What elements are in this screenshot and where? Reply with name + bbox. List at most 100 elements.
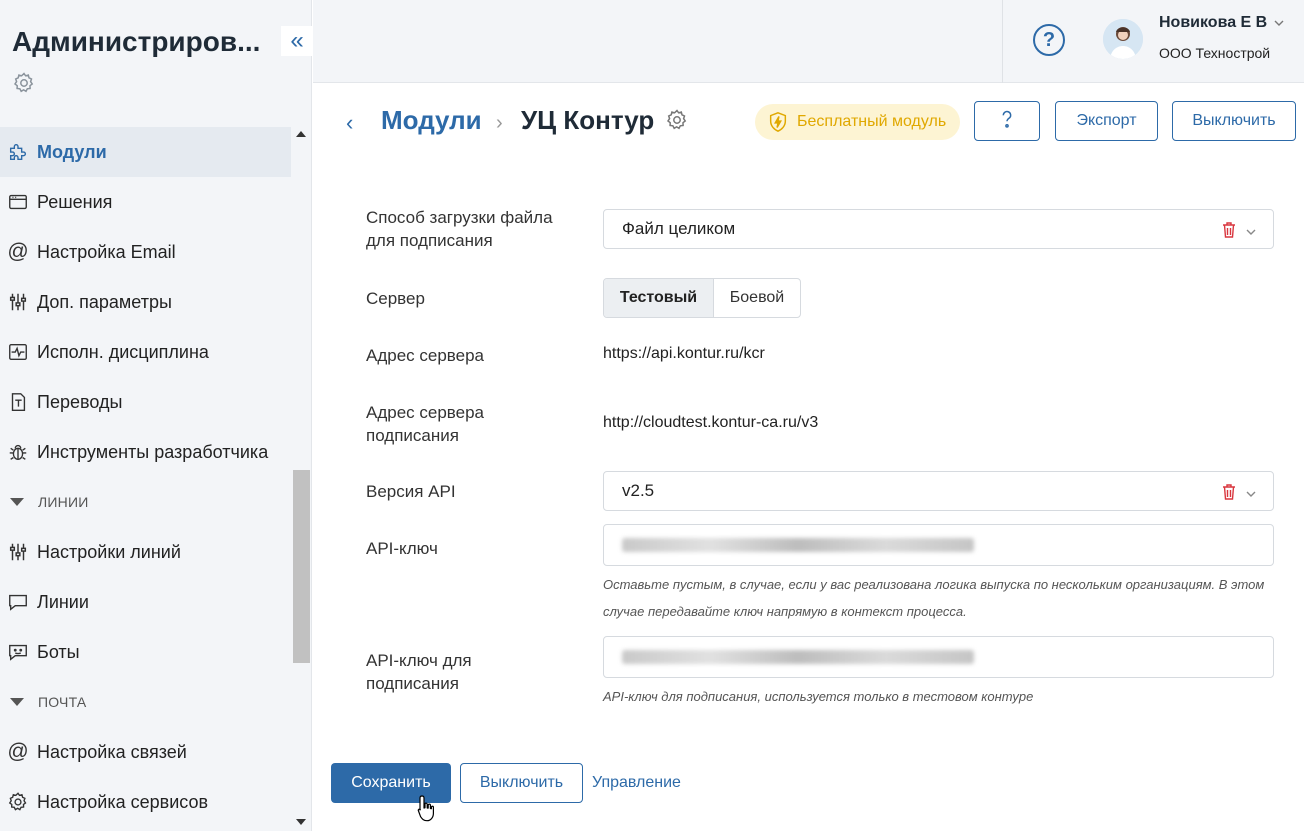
trash-icon[interactable] xyxy=(1221,483,1237,501)
api-key-input[interactable] xyxy=(603,524,1274,566)
question-icon: ? xyxy=(1042,28,1056,51)
sidebar-menu: Модули Решения @ Настройка Email Доп. па… xyxy=(0,127,291,827)
signing-api-key-input[interactable] xyxy=(603,636,1274,678)
select-value: v2.5 xyxy=(622,481,655,500)
masked-key-value xyxy=(622,650,974,664)
caret-down-icon xyxy=(10,698,24,706)
export-button[interactable]: Экспорт xyxy=(1055,101,1158,141)
sidebar-item-label: Модули xyxy=(37,141,107,162)
signing-api-key-label: API-ключ для подписания xyxy=(366,651,472,693)
sidebar-item-translations[interactable]: Переводы xyxy=(0,377,291,427)
top-header: ? Новикова Е В ООО Технострой xyxy=(313,0,1304,83)
app-root: Администриров... « Модули Решения @ Наст… xyxy=(0,0,1304,831)
pulse-icon xyxy=(6,340,30,364)
chat-icon xyxy=(6,590,30,614)
collapse-sidebar-button[interactable]: « xyxy=(281,26,313,56)
back-button[interactable]: ‹ xyxy=(346,110,364,135)
sidebar-item-solutions[interactable]: Решения xyxy=(0,177,291,227)
sidebar-item-label: Настройки линий xyxy=(37,541,181,562)
sidebar-section-lines[interactable]: ЛИНИИ xyxy=(0,477,291,527)
scrollbar-thumb[interactable] xyxy=(293,470,310,663)
sidebar: Администриров... « Модули Решения @ Наст… xyxy=(0,0,313,831)
api-key-hint: Оставьте пустым, в случае, если у вас ре… xyxy=(603,577,1265,619)
double-chevron-left-icon: « xyxy=(290,27,304,54)
help-button[interactable]: ? xyxy=(1033,24,1065,56)
bug-icon xyxy=(6,440,30,464)
breadcrumb-modules[interactable]: Модули xyxy=(381,105,482,136)
question-icon xyxy=(996,108,1018,135)
sidebar-item-modules[interactable]: Модули xyxy=(0,127,291,177)
sidebar-item-label: Настройка сервисов xyxy=(37,791,209,812)
user-organization: ООО Технострой xyxy=(1159,45,1271,61)
badge-label: Бесплатный модуль xyxy=(797,113,947,130)
sidebar-item-dev-tools[interactable]: Инструменты разработчика xyxy=(0,427,291,477)
module-help-button[interactable] xyxy=(974,101,1040,141)
sidebar-item-services[interactable]: Настройка сервисов xyxy=(0,777,291,827)
sidebar-item-lines[interactable]: Линии xyxy=(0,577,291,627)
scroll-down-arrow-icon[interactable] xyxy=(296,819,306,825)
chevron-down-icon[interactable] xyxy=(1245,485,1257,497)
api-version-select[interactable]: v2.5 xyxy=(603,471,1274,511)
sidebar-item-label: Настройка Email xyxy=(37,241,176,262)
sidebar-settings-gear-icon[interactable] xyxy=(12,71,36,95)
chevron-down-icon[interactable] xyxy=(1273,16,1285,28)
sidebar-item-label: Переводы xyxy=(37,391,123,412)
sidebar-item-connections[interactable]: @ Настройка связей xyxy=(0,727,291,777)
breadcrumb-separator-icon: › xyxy=(496,112,503,134)
sidebar-title: Администриров... xyxy=(12,26,261,57)
bot-icon xyxy=(6,640,30,664)
section-label: ПОЧТА xyxy=(38,694,87,710)
api-version-label: Версия API xyxy=(366,482,456,501)
sidebar-item-bots[interactable]: Боты xyxy=(0,627,291,677)
at-icon: @ xyxy=(7,240,29,263)
section-label: ЛИНИИ xyxy=(38,494,89,510)
sidebar-item-label: Линии xyxy=(37,591,89,612)
server-option-test[interactable]: Тестовый xyxy=(604,279,714,317)
chevron-down-icon[interactable] xyxy=(1245,223,1257,235)
upload-method-label: Способ загрузки файла для подписания xyxy=(366,208,553,250)
sidebar-item-label: Инструменты разработчика xyxy=(37,441,269,462)
server-label: Сервер xyxy=(366,289,425,308)
translate-icon xyxy=(6,390,30,414)
module-settings-gear-icon[interactable] xyxy=(665,108,689,132)
free-module-badge: Бесплатный модуль xyxy=(755,104,960,140)
disable-module-button[interactable]: Выключить xyxy=(1172,101,1296,141)
signing-server-address-label: Адрес сервера подписания xyxy=(366,403,485,445)
sidebar-item-label: Настройка связей xyxy=(37,741,187,762)
sliders-icon xyxy=(6,540,30,564)
sidebar-item-email-settings[interactable]: @ Настройка Email xyxy=(0,227,291,277)
api-key-label: API-ключ xyxy=(366,539,438,558)
manage-link[interactable]: Управление xyxy=(592,774,681,792)
sidebar-item-line-settings[interactable]: Настройки линий xyxy=(0,527,291,577)
sidebar-section-mail[interactable]: ПОЧТА xyxy=(0,677,291,727)
sidebar-item-label: Доп. параметры xyxy=(37,291,172,312)
scroll-up-arrow-icon[interactable] xyxy=(296,131,306,137)
caret-down-icon xyxy=(10,498,24,506)
server-address-value: https://api.kontur.ru/kcr xyxy=(603,345,765,362)
shield-bolt-icon xyxy=(767,111,789,133)
page-title: УЦ Контур xyxy=(521,105,655,135)
upload-method-select[interactable]: Файл целиком xyxy=(603,209,1274,249)
sidebar-item-discipline[interactable]: Исполн. дисциплина xyxy=(0,327,291,377)
sliders-icon xyxy=(6,290,30,314)
server-toggle: Тестовый Боевой xyxy=(603,278,801,318)
gear-icon xyxy=(6,790,30,814)
header-divider xyxy=(1002,0,1003,83)
user-name[interactable]: Новикова Е В xyxy=(1159,14,1267,32)
trash-icon[interactable] xyxy=(1221,221,1237,239)
disable-button[interactable]: Выключить xyxy=(460,763,583,803)
sidebar-item-extra-params[interactable]: Доп. параметры xyxy=(0,277,291,327)
sidebar-item-label: Боты xyxy=(37,641,80,662)
select-value: Файл целиком xyxy=(622,219,736,238)
server-option-prod[interactable]: Боевой xyxy=(714,279,800,317)
server-address-label: Адрес сервера xyxy=(366,346,485,365)
at-icon: @ xyxy=(7,740,29,763)
sidebar-item-label: Решения xyxy=(37,191,113,212)
avatar[interactable] xyxy=(1103,19,1143,59)
window-icon xyxy=(6,190,30,214)
sidebar-item-label: Исполн. дисциплина xyxy=(37,341,209,362)
hand-cursor-icon xyxy=(416,794,438,824)
masked-key-value xyxy=(622,538,974,552)
sidebar-scrollbar[interactable] xyxy=(292,127,311,831)
signing-server-address-value: http://cloudtest.kontur-ca.ru/v3 xyxy=(603,414,819,431)
